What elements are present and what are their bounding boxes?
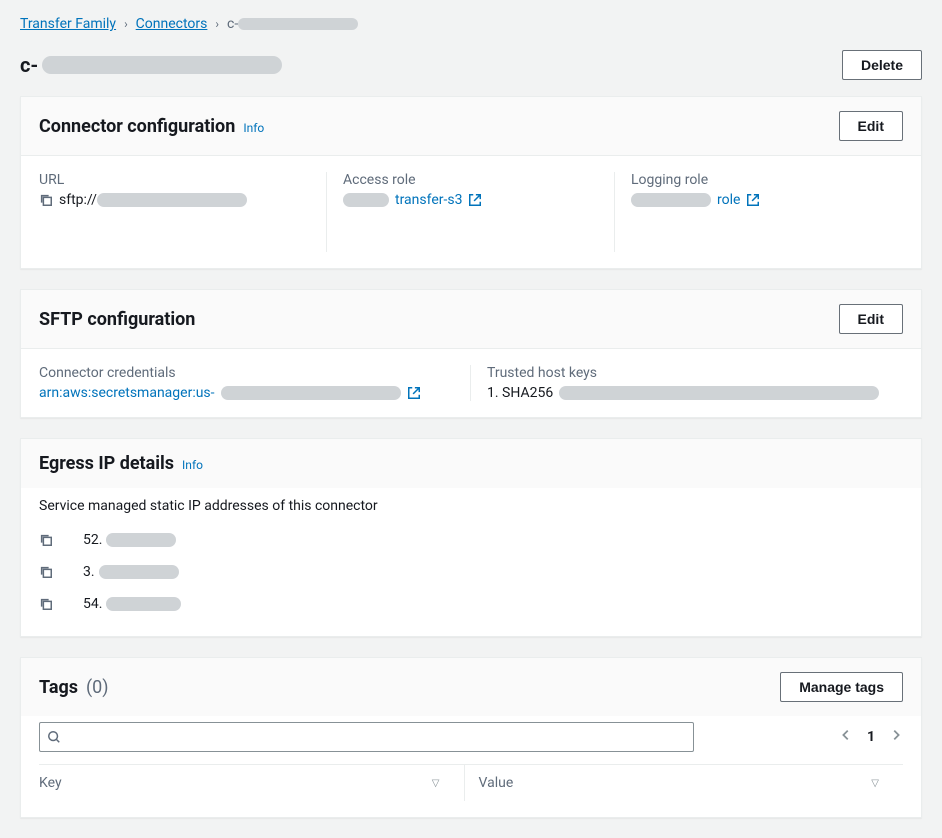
access-role-label: Access role xyxy=(343,172,598,188)
chevron-right-icon: › xyxy=(124,17,128,31)
sftp-config-title: SFTP configuration xyxy=(39,309,195,330)
breadcrumb-section[interactable]: Connectors xyxy=(136,16,208,32)
redacted-mask xyxy=(99,565,179,579)
page-header: c- Delete xyxy=(20,50,922,80)
egress-ip-value: 52. xyxy=(83,532,102,548)
copy-icon[interactable] xyxy=(39,193,53,207)
delete-button[interactable]: Delete xyxy=(842,50,922,80)
copy-icon[interactable] xyxy=(39,533,53,547)
redacted-mask xyxy=(238,18,358,30)
connector-config-title: Connector configuration Info xyxy=(39,116,264,137)
credentials-link[interactable]: arn:aws:secretsmanager:us- xyxy=(39,385,215,401)
page-title: c- xyxy=(20,53,282,77)
egress-ip-title: Egress IP details Info xyxy=(39,453,203,474)
manage-tags-button[interactable]: Manage tags xyxy=(780,672,903,702)
logging-role-label: Logging role xyxy=(631,172,903,188)
egress-ip-row: 3. xyxy=(39,556,903,588)
tags-table-header: Key ▽ Value ▽ xyxy=(39,764,903,801)
egress-description: Service managed static IP addresses of t… xyxy=(39,498,903,514)
egress-ip-panel: Egress IP details Info Service managed s… xyxy=(20,438,922,637)
redacted-mask xyxy=(221,386,401,400)
logging-role-field: Logging role role xyxy=(615,172,903,252)
redacted-mask xyxy=(42,56,282,74)
breadcrumb-current: c- xyxy=(227,16,358,32)
url-value: sftp:// xyxy=(59,192,247,208)
redacted-mask xyxy=(631,193,711,207)
egress-ip-value: 3. xyxy=(83,564,95,580)
trusted-host-keys-field: Trusted host keys 1. SHA256 xyxy=(471,365,903,401)
trusted-host-keys-label: Trusted host keys xyxy=(487,365,903,381)
edit-sftp-config-button[interactable]: Edit xyxy=(839,304,903,334)
tags-title: Tags (0) xyxy=(39,677,109,698)
egress-ip-value: 54. xyxy=(83,596,102,612)
external-link-icon[interactable] xyxy=(468,193,482,207)
tags-panel: Tags (0) Manage tags 1 xyxy=(20,657,922,818)
sort-icon: ▽ xyxy=(432,778,440,789)
chevron-right-icon: › xyxy=(215,17,219,31)
credentials-field: Connector credentials arn:aws:secretsman… xyxy=(39,365,471,401)
pager-next-button[interactable] xyxy=(889,728,903,746)
info-link[interactable]: Info xyxy=(243,121,264,135)
sftp-config-panel: SFTP configuration Edit Connector creden… xyxy=(20,289,922,418)
trusted-host-key-value: 1. SHA256 xyxy=(487,385,553,401)
redacted-mask xyxy=(106,597,181,611)
sort-icon: ▽ xyxy=(871,778,879,789)
redacted-mask xyxy=(559,386,879,400)
copy-icon[interactable] xyxy=(39,565,53,579)
tags-key-column-header[interactable]: Key ▽ xyxy=(39,765,465,801)
redacted-mask xyxy=(343,193,389,207)
edit-connector-config-button[interactable]: Edit xyxy=(839,111,903,141)
logging-role-link[interactable]: role xyxy=(717,192,740,208)
tags-search-input[interactable] xyxy=(39,722,694,752)
credentials-label: Connector credentials xyxy=(39,365,454,381)
tags-count: (0) xyxy=(86,677,109,698)
connector-config-panel: Connector configuration Info Edit URL sf… xyxy=(20,96,922,269)
pager-page-number: 1 xyxy=(867,729,875,745)
tags-value-column-header[interactable]: Value ▽ xyxy=(465,765,904,801)
egress-ip-row: 52. xyxy=(39,524,903,556)
breadcrumb: Transfer Family › Connectors › c- xyxy=(20,16,922,44)
redacted-mask xyxy=(106,533,176,547)
egress-ip-row: 54. xyxy=(39,588,903,620)
copy-icon[interactable] xyxy=(39,597,53,611)
pager-prev-button[interactable] xyxy=(839,728,853,746)
external-link-icon[interactable] xyxy=(407,386,421,400)
external-link-icon[interactable] xyxy=(746,193,760,207)
breadcrumb-root[interactable]: Transfer Family xyxy=(20,16,116,32)
url-label: URL xyxy=(39,172,310,188)
access-role-field: Access role transfer-s3 xyxy=(327,172,615,252)
access-role-link[interactable]: transfer-s3 xyxy=(395,192,462,208)
url-field: URL sftp:// xyxy=(39,172,327,252)
tags-pager: 1 xyxy=(839,728,903,746)
info-link[interactable]: Info xyxy=(182,458,203,472)
redacted-mask xyxy=(97,193,247,207)
search-icon xyxy=(47,730,61,744)
